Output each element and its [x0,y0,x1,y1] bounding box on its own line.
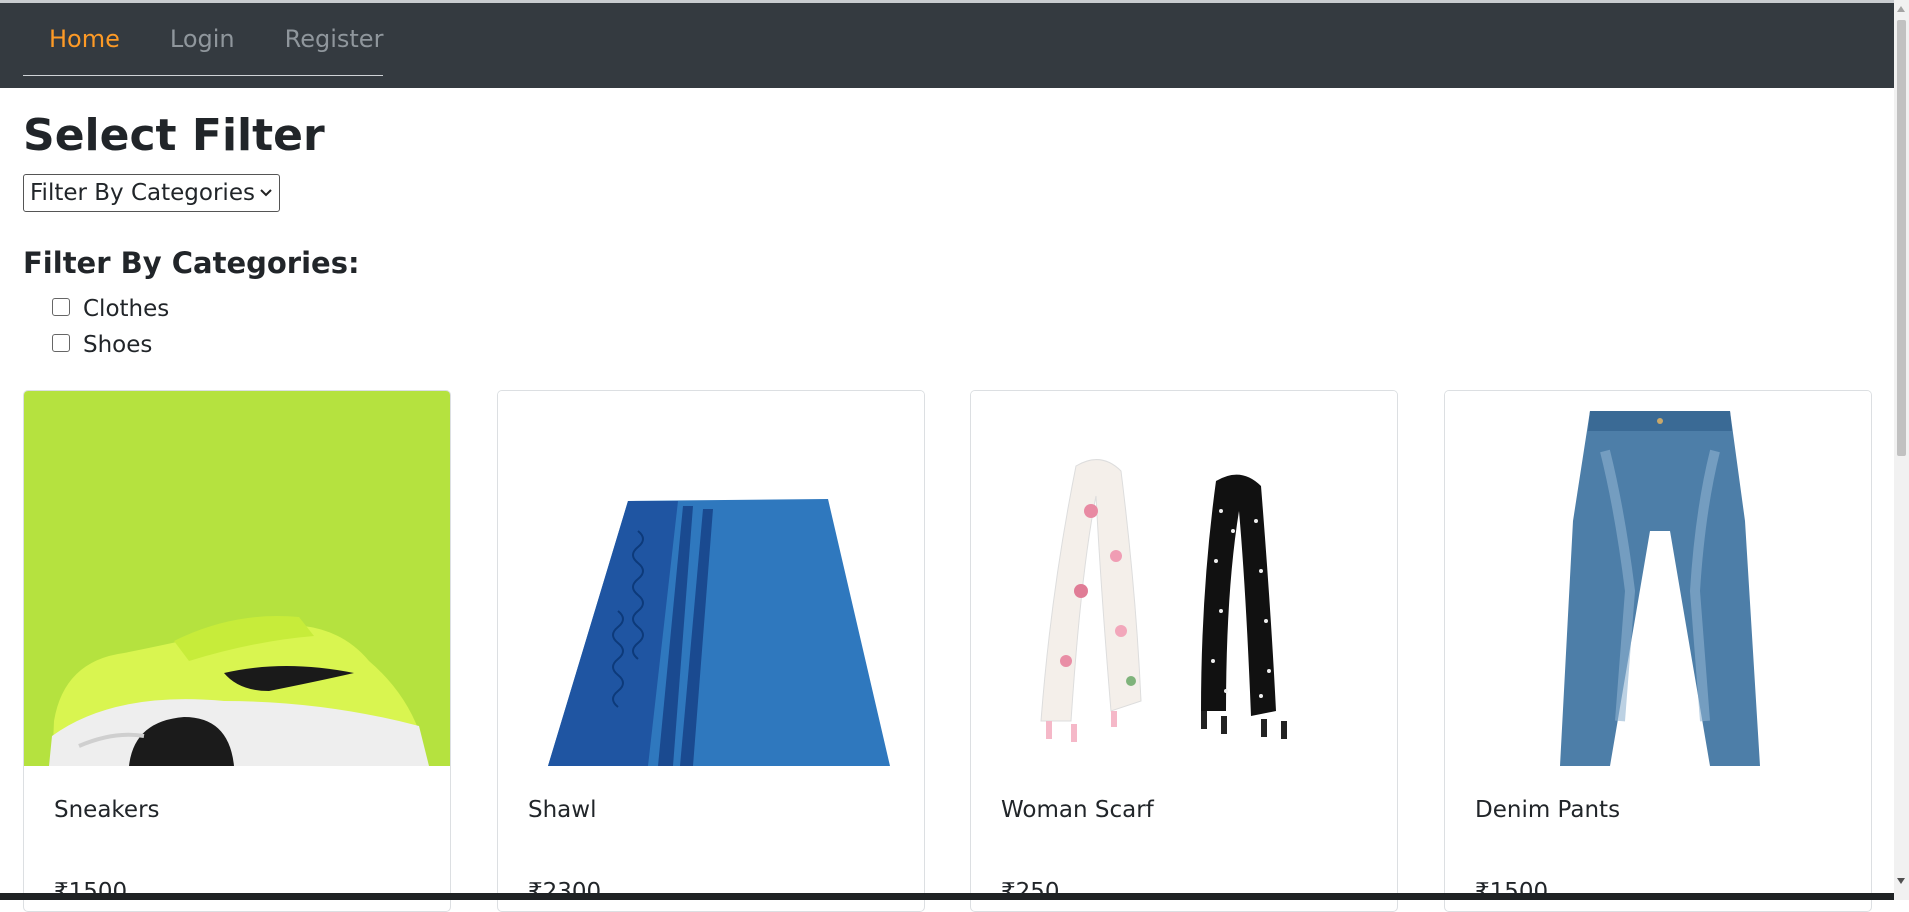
scarf-image [971,391,1397,766]
product-price: ₹2300 [528,879,602,905]
product-card[interactable]: Denim Pants ₹1500 [1444,390,1872,912]
product-price: ₹1500 [54,879,128,905]
nav-link-login[interactable]: Login [170,27,235,51]
product-name[interactable]: Woman Scarf [1001,797,1154,823]
nav-links: Home Login Register [23,3,383,76]
filter-select-value: Filter By Categories [30,180,255,206]
shoes-checkbox[interactable] [52,334,70,352]
nav-link-register[interactable]: Register [285,27,384,51]
product-name[interactable]: Sneakers [54,797,160,823]
product-price: ₹1500 [1475,879,1549,905]
clothes-checkbox[interactable] [52,298,70,316]
scroll-up-arrow-icon[interactable] [1897,6,1905,12]
product-card[interactable]: Sneakers ₹1500 [23,390,451,912]
product-price: ₹250 [1001,879,1060,905]
category-option-shoes[interactable]: Shoes [52,332,152,358]
shawl-image [498,391,924,766]
scroll-down-arrow-icon[interactable] [1897,878,1905,884]
jeans-image [1445,391,1871,766]
vertical-scrollbar[interactable] [1894,0,1909,900]
product-name[interactable]: Denim Pants [1475,797,1620,823]
nav-link-home[interactable]: Home [49,27,120,51]
shoes-label: Shoes [83,332,153,358]
navbar: Home Login Register [0,3,1894,88]
filter-select[interactable]: Filter By Categories [23,174,280,212]
scroll-thumb[interactable] [1897,20,1906,456]
sneaker-image [24,391,450,766]
page-title: Select Filter [23,110,325,161]
category-option-clothes[interactable]: Clothes [52,296,169,322]
categories-heading: Filter By Categories: [23,246,360,280]
clothes-label: Clothes [83,296,170,322]
chevron-down-icon [260,189,272,197]
product-card[interactable]: Shawl ₹2300 [497,390,925,912]
product-card[interactable]: Woman Scarf ₹250 [970,390,1398,912]
product-name[interactable]: Shawl [528,797,596,823]
window-bottom-edge [0,893,1894,900]
